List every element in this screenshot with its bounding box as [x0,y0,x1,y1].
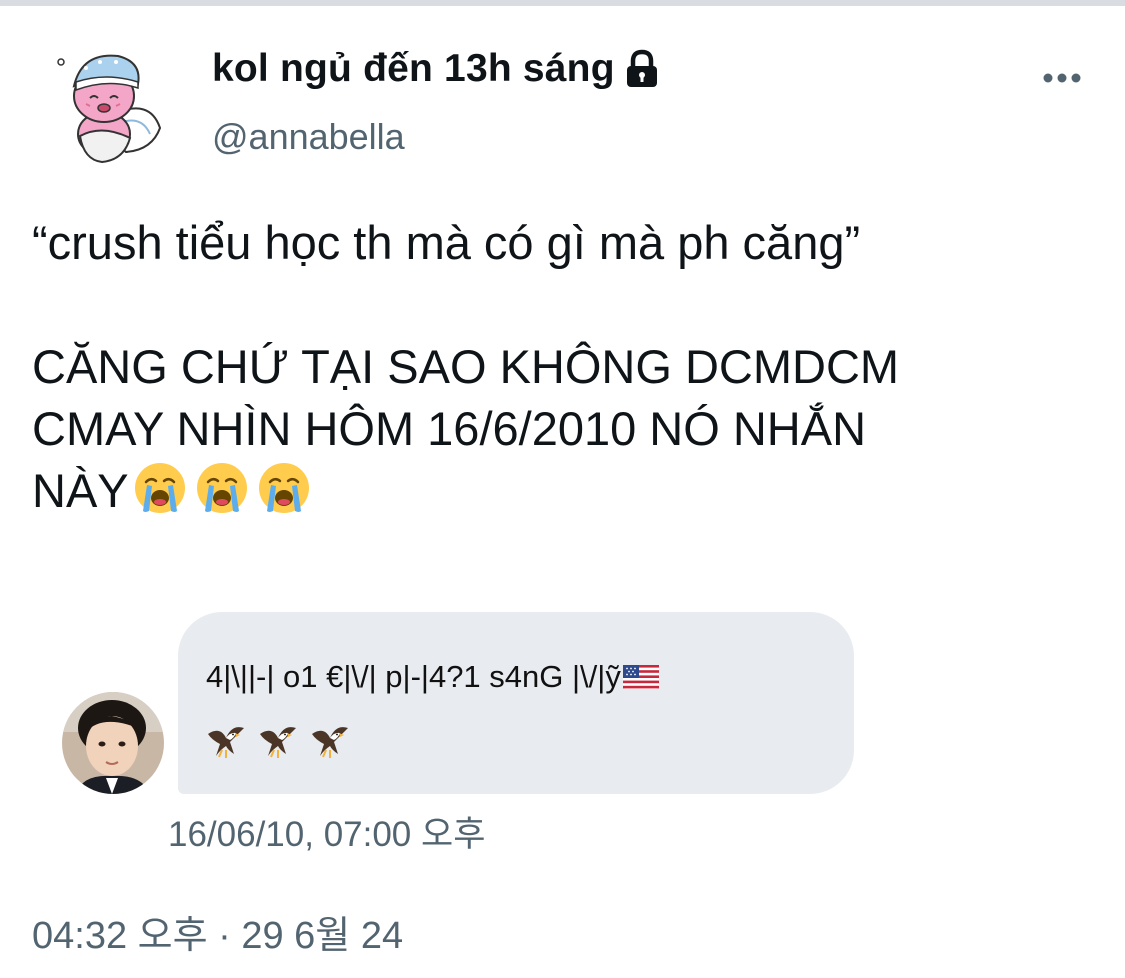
tweet-line-2: CMAY NHÌN HÔM 16/6/2010 NÓ NHẮN [32,402,867,455]
top-divider [0,0,1125,6]
tweet-text: “crush tiểu học th mà có gì mà ph căng” … [32,212,1092,522]
tweet-line-3-text: NÀY [32,464,129,517]
tweet-line-1: CĂNG CHỨ TẠI SAO KHÔNG DCMDCM [32,340,900,393]
eagle-row [206,720,350,760]
tweet-line-3: NÀY [32,460,1092,522]
author-name-row[interactable]: kol ngủ đến 13h sáng [212,44,661,94]
crying-face-emoji [133,461,191,515]
eagle-icon [310,720,350,760]
crying-face-emoji [257,461,315,515]
emoji-row [129,461,315,517]
pink-sleepy-character-icon [57,54,162,164]
message-text: 4|\||-| o1 €|\/| p|-|4?1 s4nG |\/|ỹ [206,659,621,694]
author-handle[interactable]: @annabella [212,116,405,158]
us-flag-icon [622,652,659,689]
boy-photo-avatar-icon [62,692,164,794]
message-sender-avatar [62,692,164,794]
tweet-quote-line: “crush tiểu học th mà có gì mà ph căng” [32,216,861,269]
ellipsis-icon [1043,73,1081,83]
eagle-icon [206,720,246,760]
tweet-timestamp[interactable]: 04:32 오후 · 29 6월 24 [32,904,403,959]
author-avatar[interactable] [52,42,178,168]
author-display-name[interactable]: kol ngủ đến 13h sáng [212,47,615,91]
more-options-button[interactable] [1034,58,1090,98]
message-timestamp: 16/06/10, 07:00 오후 [168,815,486,854]
crying-face-emoji [195,461,253,515]
lock-icon [623,49,661,89]
eagle-icon [258,720,298,760]
message-text-row: 4|\||-| o1 €|\/| p|-|4?1 s4nG |\/|ỹ [206,650,659,704]
